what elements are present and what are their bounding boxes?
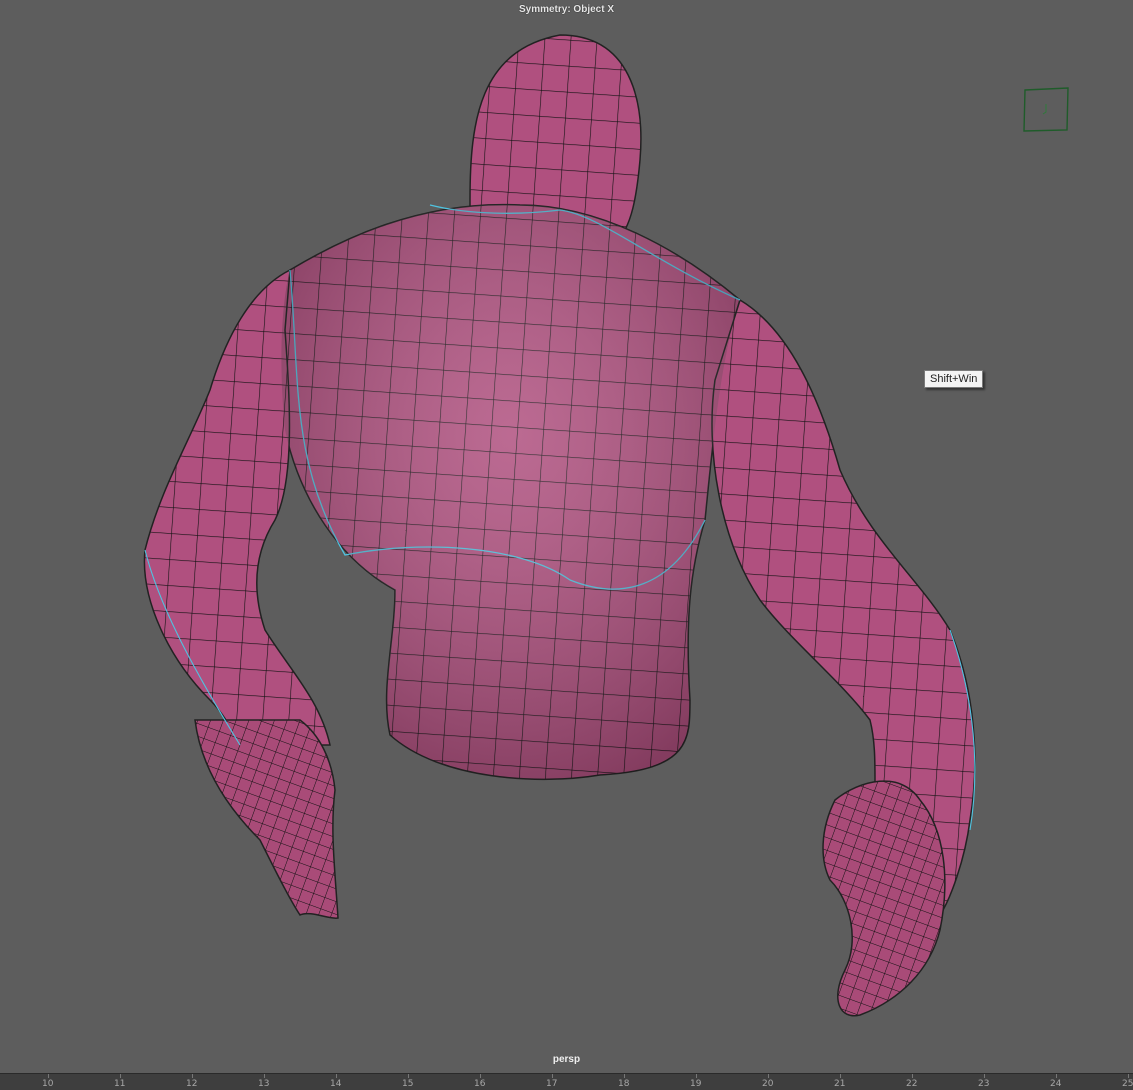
timeline-tick-label: 21 — [834, 1079, 846, 1089]
timeline-tick-label: 16 — [474, 1079, 486, 1089]
timeline-tick-label: 13 — [258, 1079, 270, 1089]
mesh-right-hand — [822, 780, 946, 1017]
timeline-tick-mark — [624, 1074, 625, 1078]
timeline-tick-mark — [912, 1074, 913, 1078]
view-cube-icon[interactable] — [1022, 86, 1070, 134]
timeline-tick-label: 15 — [402, 1079, 414, 1089]
timeline-tick-label: 23 — [978, 1079, 990, 1089]
timeline-tick-mark — [192, 1074, 193, 1078]
mesh-head — [469, 34, 642, 231]
timeline-tick-mark — [1056, 1074, 1057, 1078]
timeline-tick-mark — [480, 1074, 481, 1078]
hotkey-tooltip: Shift+Win — [924, 370, 984, 388]
timeline-tick-label: 18 — [618, 1079, 630, 1089]
viewport-persp[interactable]: Symmetry: Object X Shift+Win persp — [0, 0, 1133, 1073]
timeline-tick-mark — [264, 1074, 265, 1078]
timeline-tick-mark — [1128, 1074, 1129, 1078]
timeline-tick-label: 12 — [186, 1079, 198, 1089]
timeline-tick-label: 22 — [906, 1079, 918, 1089]
timeline-tick-mark — [696, 1074, 697, 1078]
timeline-tick-label: 14 — [330, 1079, 342, 1089]
time-slider[interactable]: 10 11 12 13 14 15 16 17 18 19 20 21 22 23 24 25 — [0, 1073, 1133, 1090]
timeline-tick-mark — [336, 1074, 337, 1078]
timeline-tick-label: 10 — [42, 1079, 54, 1089]
camera-label: persp — [552, 1054, 581, 1065]
sculpt-mesh[interactable] — [0, 0, 1133, 1073]
timeline-tick-mark — [984, 1074, 985, 1078]
timeline-tick-mark — [552, 1074, 553, 1078]
timeline-tick-label: 19 — [690, 1079, 702, 1089]
timeline-tick-label: 24 — [1050, 1079, 1062, 1089]
timeline-tick-label: 17 — [546, 1079, 558, 1089]
timeline-tick-label: 25 — [1122, 1079, 1133, 1089]
timeline-tick-mark — [48, 1074, 49, 1078]
timeline-tick-label: 11 — [114, 1079, 126, 1089]
timeline-tick-label: 20 — [762, 1079, 774, 1089]
timeline-tick-mark — [120, 1074, 121, 1078]
timeline-tick-mark — [768, 1074, 769, 1078]
mesh-left-hand — [194, 719, 339, 919]
timeline-tick-mark — [408, 1074, 409, 1078]
timeline-tick-mark — [840, 1074, 841, 1078]
